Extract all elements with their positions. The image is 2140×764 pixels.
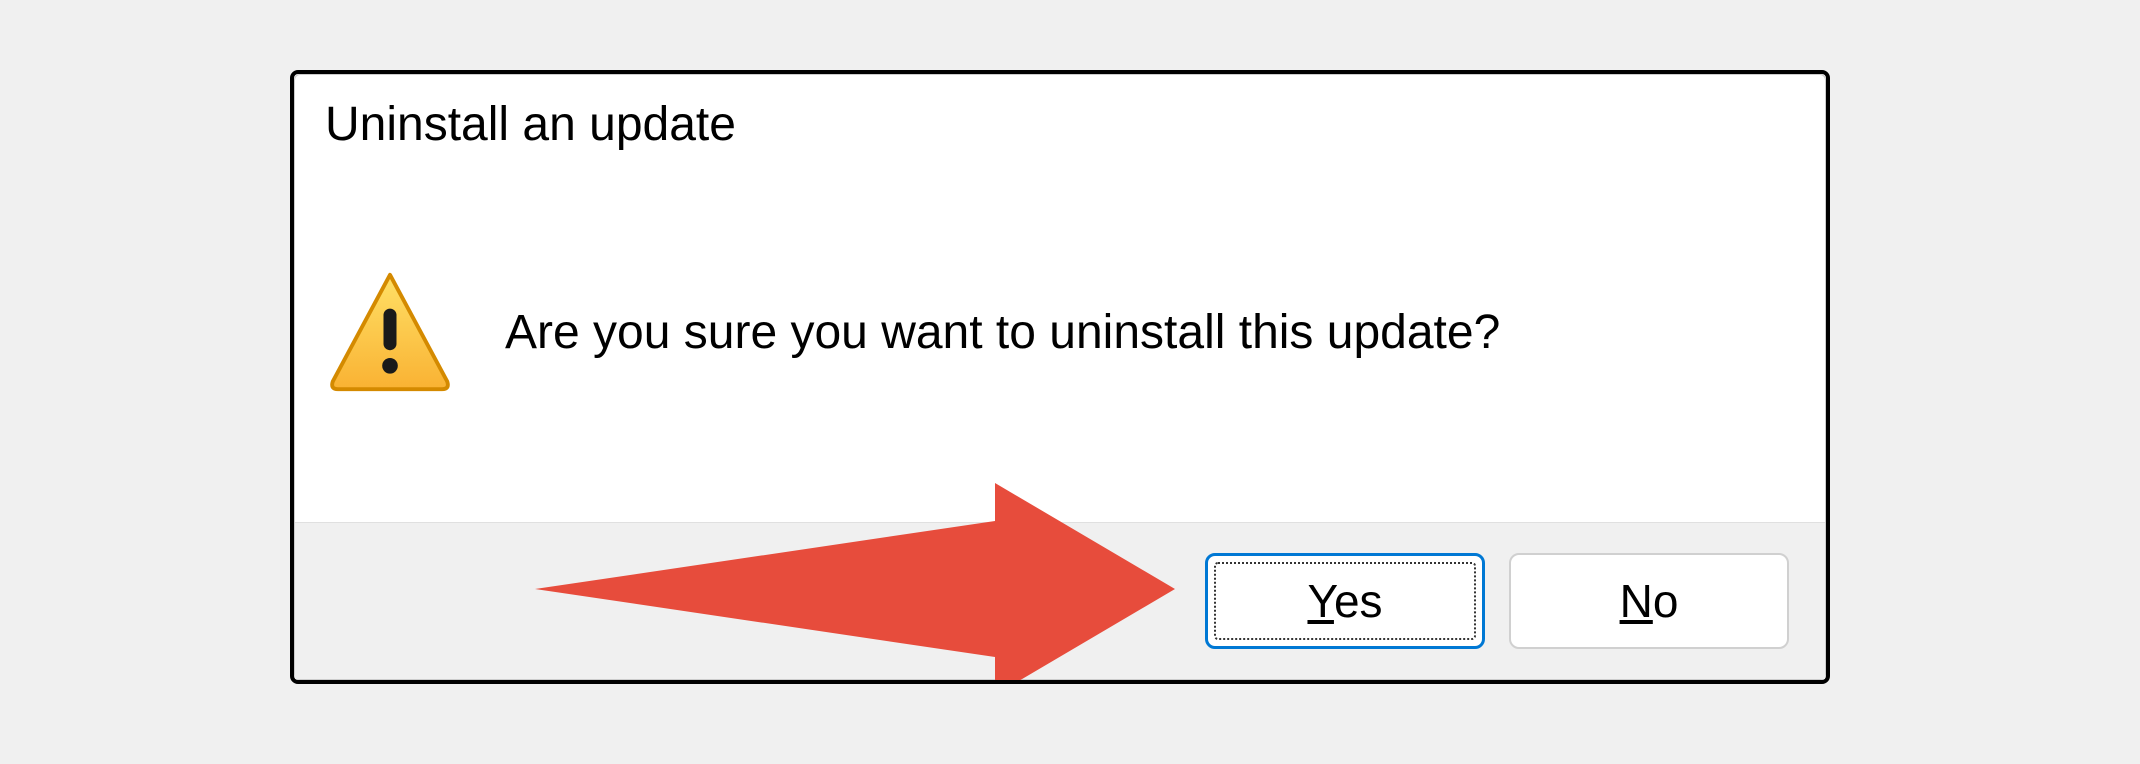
no-button-accel: N — [1620, 575, 1653, 627]
yes-button-accel: Y — [1307, 575, 1333, 627]
dialog-header: Uninstall an update — [295, 75, 1825, 162]
dialog-message: Are you sure you want to uninstall this … — [505, 305, 1500, 360]
dialog-footer: Yes No — [295, 522, 1825, 679]
dialog-body: Are you sure you want to uninstall this … — [295, 162, 1825, 522]
yes-button-rest: es — [1334, 575, 1383, 627]
no-button-rest: o — [1653, 575, 1679, 627]
warning-icon — [325, 267, 455, 397]
no-button[interactable]: No — [1509, 553, 1789, 649]
yes-button[interactable]: Yes — [1205, 553, 1485, 649]
dialog-frame: Uninstall an update Are you sure you wan — [290, 70, 1830, 684]
dialog-title: Uninstall an update — [325, 97, 1795, 152]
uninstall-update-dialog: Uninstall an update Are you sure you wan — [294, 74, 1826, 680]
